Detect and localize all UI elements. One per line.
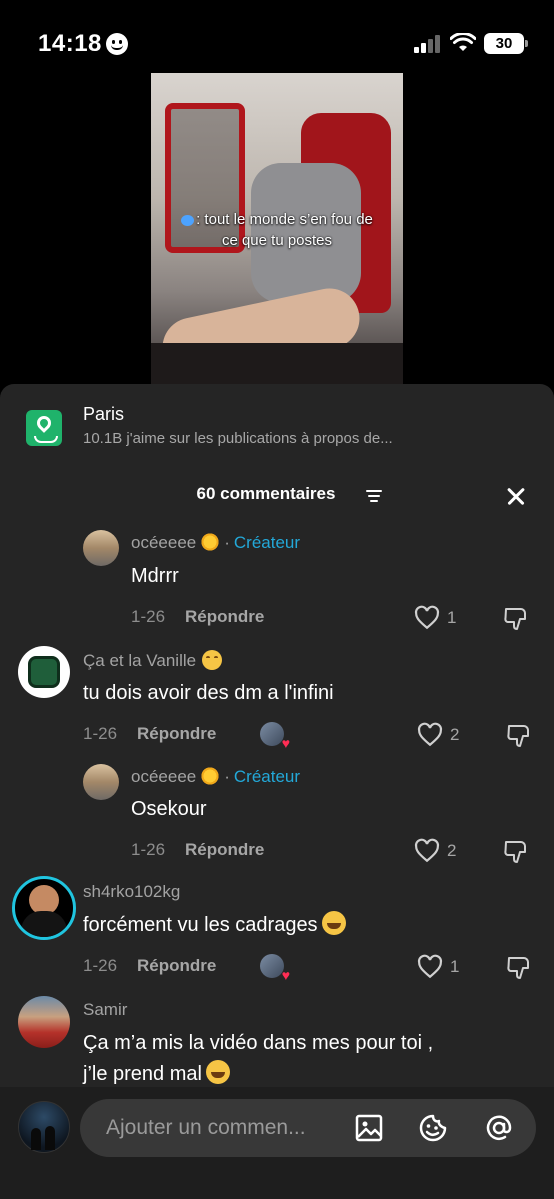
status-time: 14:18 (38, 30, 102, 57)
location-banner[interactable]: Paris 10.1B j'aime sur les publications … (0, 384, 554, 468)
filter-icon[interactable] (366, 490, 382, 502)
dislike-icon[interactable] (502, 605, 530, 633)
like-button[interactable]: 1 (414, 605, 484, 633)
comments-count[interactable]: 60 commentaires (0, 484, 554, 504)
reply-button[interactable]: Répondre (137, 724, 216, 743)
close-icon[interactable] (502, 482, 530, 510)
my-avatar[interactable] (18, 1101, 70, 1153)
comment: sh4rko102kg forcément vu les cadrages 1-… (0, 874, 554, 986)
like-button[interactable]: 2 (414, 838, 484, 866)
battery-indicator: 30 (484, 33, 528, 54)
image-icon[interactable] (354, 1113, 384, 1143)
creator-badge: Créateur (233, 767, 301, 786)
comment-text: Ça m’a mis la vidéo dans mes pour toi ,j… (83, 1032, 434, 1085)
cellular-signal-icon (414, 35, 442, 53)
heart-icon (414, 838, 440, 863)
avatar[interactable] (83, 764, 119, 800)
video-thumbnail[interactable]: : tout le monde s’en fou de ce que tu po… (151, 73, 403, 385)
dislike-icon[interactable] (505, 954, 533, 982)
speech-bubble-icon (181, 214, 195, 226)
avatar[interactable] (18, 996, 70, 1048)
location-subtitle: 10.1B j'aime sur les publications à prop… (83, 430, 393, 447)
avatar[interactable] (18, 646, 70, 698)
comment-input[interactable]: Ajouter un commen... (80, 1099, 536, 1157)
comment-username[interactable]: océeeee · Créateur (131, 766, 300, 787)
comment-username[interactable]: Ça et la Vanille (83, 650, 223, 671)
comment-text: tu dois avoir des dm a l'infini (83, 682, 334, 704)
relieved-face-emoji-icon (202, 650, 223, 670)
status-bar: 14:18 30 (0, 0, 554, 80)
at-icon[interactable] (484, 1113, 514, 1143)
comment-reply: océeeee · Créateur Osekour 1-26 Répondre 2 (0, 758, 554, 866)
reply-button[interactable]: Répondre (137, 956, 216, 975)
heart-icon (417, 954, 443, 979)
face-status-icon (106, 33, 128, 55)
reply-button[interactable]: Répondre (185, 840, 264, 859)
comments-sheet: Paris 10.1B j'aime sur les publications … (0, 384, 554, 1199)
location-pin-icon (26, 410, 62, 446)
location-name: Paris (83, 404, 125, 424)
sun-emoji-icon (200, 766, 221, 786)
creator-liked-avatar (260, 722, 290, 751)
comment-meta: 1-26 Répondre (83, 724, 217, 743)
comment: Ça et la Vanille tu dois avoir des dm a … (0, 642, 554, 752)
heart-icon (417, 722, 443, 747)
comment-text: Mdrrr (131, 565, 179, 587)
reply-button[interactable]: Répondre (185, 607, 264, 626)
comment-meta: 1-26 Répondre (131, 607, 265, 626)
comment-input-bar: Ajouter un commen... (0, 1087, 554, 1199)
comment-username[interactable]: Samir (83, 1000, 127, 1020)
emoji-icon[interactable] (418, 1113, 448, 1143)
avatar[interactable] (12, 876, 76, 940)
comment-reply: océeeee · Créateur Mdrrr 1-26 Répondre 1 (0, 524, 554, 632)
heart-icon (414, 605, 440, 630)
creator-liked-avatar (260, 954, 290, 983)
comment-text: Osekour (131, 798, 207, 820)
comment-text: forcément vu les cadrages (83, 910, 346, 941)
rolling-laughing-emoji-icon (205, 1060, 230, 1084)
comment: Samir Ça m’a mis la vidéo dans mes pour … (0, 992, 554, 1092)
comment-username[interactable]: sh4rko102kg (83, 882, 180, 902)
like-button[interactable]: 1 (417, 954, 487, 982)
sun-emoji-icon (200, 532, 221, 552)
comment-username[interactable]: océeeee · Créateur (131, 532, 300, 553)
comment-input-placeholder: Ajouter un commen... (106, 1116, 306, 1139)
dislike-icon[interactable] (502, 838, 530, 866)
comment-meta: 1-26 Répondre (83, 956, 217, 975)
tears-of-joy-emoji-icon (321, 911, 346, 935)
video-caption: : tout le monde s’en fou de ce que tu po… (151, 209, 403, 251)
comments-header: 60 commentaires (0, 482, 554, 512)
creator-badge: Créateur (233, 533, 301, 552)
dislike-icon[interactable] (505, 722, 533, 750)
avatar[interactable] (83, 530, 119, 566)
like-button[interactable]: 2 (417, 722, 487, 750)
wifi-icon (450, 33, 476, 51)
comment-meta: 1-26 Répondre (131, 840, 265, 859)
